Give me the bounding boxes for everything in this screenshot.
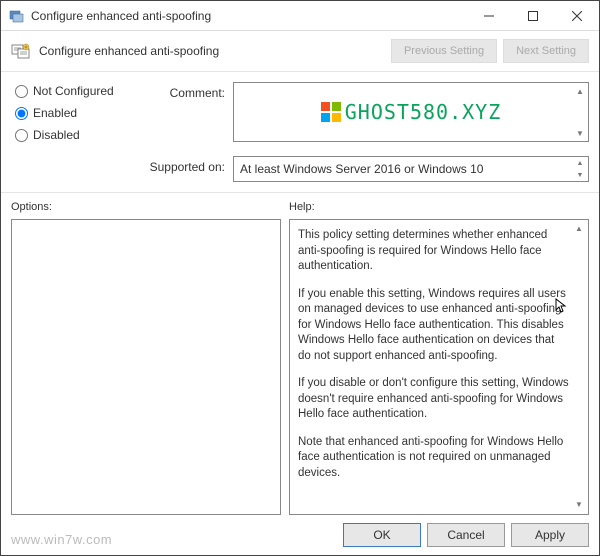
previous-setting-button[interactable]: Previous Setting: [391, 39, 497, 63]
radio-enabled-input[interactable]: [15, 107, 28, 120]
footer-buttons: OK Cancel Apply: [343, 523, 589, 547]
radio-not-configured-input[interactable]: [15, 85, 28, 98]
supported-on-text: At least Windows Server 2016 or Windows …: [240, 162, 483, 176]
scroll-up-icon[interactable]: ▲: [571, 221, 587, 237]
scroll-up-icon[interactable]: ▲: [572, 83, 588, 99]
config-area: Not Configured Enabled Disabled Comment:…: [1, 72, 599, 193]
minimize-button[interactable]: [467, 1, 511, 30]
close-button[interactable]: [555, 1, 599, 30]
window-controls: [467, 1, 599, 30]
help-paragraph: If you enable this setting, Windows requ…: [298, 287, 570, 365]
radio-label: Disabled: [33, 128, 80, 142]
supported-on-label: Supported on:: [143, 156, 225, 174]
next-setting-button[interactable]: Next Setting: [503, 39, 589, 63]
policy-header: Configure enhanced anti-spoofing Previou…: [1, 31, 599, 72]
dialog-footer: www.win7w.com OK Cancel Apply: [1, 517, 599, 555]
scroll-down-icon[interactable]: ▼: [572, 125, 588, 141]
app-icon: [9, 8, 25, 24]
cancel-button[interactable]: Cancel: [427, 523, 505, 547]
help-panel[interactable]: ▲ This policy setting determines whether…: [289, 219, 589, 515]
scroll-down-icon[interactable]: ▼: [572, 169, 588, 181]
apply-button[interactable]: Apply: [511, 523, 589, 547]
scroll-up-icon[interactable]: ▲: [572, 157, 588, 169]
watermark-logo: GHOST580.XYZ: [321, 100, 502, 124]
help-label: Help:: [289, 201, 589, 213]
policy-title: Configure enhanced anti-spoofing: [39, 44, 383, 58]
footer-watermark: www.win7w.com: [11, 532, 112, 547]
ok-button[interactable]: OK: [343, 523, 421, 547]
options-panel[interactable]: [11, 219, 281, 515]
help-column: Help: ▲ This policy setting determines w…: [289, 199, 589, 515]
supported-on-textbox[interactable]: At least Windows Server 2016 or Windows …: [233, 156, 589, 182]
scroll-down-icon[interactable]: ▼: [571, 497, 587, 513]
radio-label: Enabled: [33, 106, 77, 120]
help-paragraph: This policy setting determines whether e…: [298, 228, 570, 275]
comment-textbox[interactable]: ▲ GHOST580.XYZ ▼: [233, 82, 589, 142]
ms-logo-icon: [321, 102, 341, 122]
options-label: Options:: [11, 201, 281, 213]
radio-disabled[interactable]: Disabled: [15, 128, 135, 142]
help-paragraph: Note that enhanced anti-spoofing for Win…: [298, 435, 570, 482]
radio-not-configured[interactable]: Not Configured: [15, 84, 135, 98]
watermark-text: GHOST580.XYZ: [345, 100, 502, 124]
radio-disabled-input[interactable]: [15, 129, 28, 142]
state-radio-group: Not Configured Enabled Disabled: [15, 82, 135, 150]
policy-icon: [11, 41, 31, 61]
titlebar: Configure enhanced anti-spoofing: [1, 1, 599, 31]
maximize-button[interactable]: [511, 1, 555, 30]
comment-label: Comment:: [143, 82, 225, 100]
radio-label: Not Configured: [33, 84, 114, 98]
radio-enabled[interactable]: Enabled: [15, 106, 135, 120]
options-column: Options:: [11, 199, 281, 515]
gpedit-dialog-window: Configure enhanced anti-spoofing: [0, 0, 600, 556]
window-title: Configure enhanced anti-spoofing: [31, 9, 467, 23]
body-split: Options: Help: ▲ This policy setting det…: [1, 193, 599, 517]
help-paragraph: If you disable or don't configure this s…: [298, 376, 570, 423]
